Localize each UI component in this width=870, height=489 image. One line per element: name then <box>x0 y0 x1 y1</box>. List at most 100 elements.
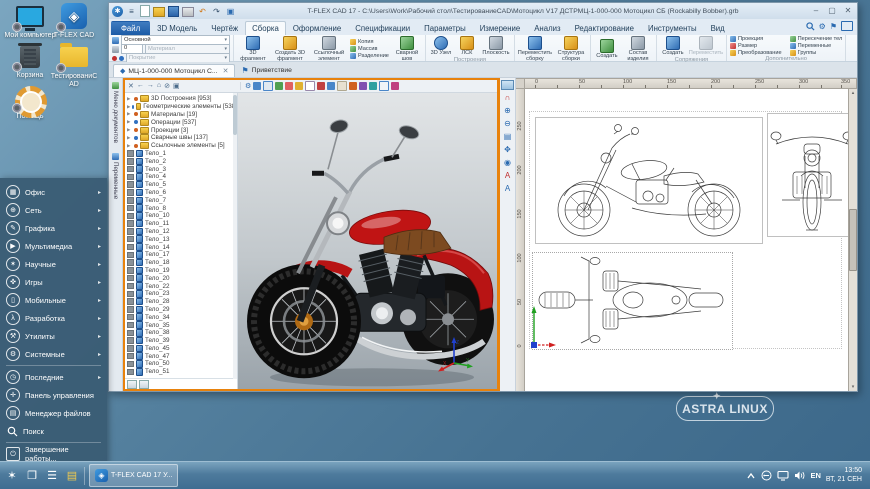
desktop-icon-help[interactable]: Помощь <box>4 86 56 121</box>
expander-icon[interactable]: ▶ <box>127 143 132 149</box>
scroll-up-icon[interactable]: ▴ <box>852 90 855 96</box>
visibility-checkbox[interactable] <box>127 291 134 298</box>
tab-parameters[interactable]: Параметры <box>417 21 473 35</box>
tree-body[interactable]: Тело_14 <box>127 243 237 251</box>
close-button[interactable]: ✕ <box>842 6 854 17</box>
tree-body[interactable]: Тело_18 <box>127 259 237 267</box>
menu-item-control-panel[interactable]: ✛Панель управления <box>0 386 107 404</box>
desktop-icon-test-folder[interactable]: ТестированиС AD <box>48 45 100 89</box>
visibility-checkbox[interactable] <box>127 361 134 368</box>
tree-folder[interactable]: ▶Проекции [3] <box>127 126 237 134</box>
text-size-down-icon[interactable]: A <box>502 184 513 194</box>
button-move-assembly[interactable]: Переместить сборку <box>518 36 552 63</box>
menu-item-search[interactable]: Поиск <box>0 422 107 440</box>
stop-icon[interactable]: ⊘ <box>164 82 170 90</box>
list-view-icon[interactable]: ▣ <box>173 82 180 90</box>
horizontal-ruler[interactable]: 0 50 100 150 200 250 300 350 <box>525 78 857 89</box>
viewport-3d[interactable]: XYZ <box>238 93 497 389</box>
button-lcs[interactable]: ЛСК <box>456 36 478 57</box>
tree-folder[interactable]: ▶Материалы [19] <box>127 111 237 119</box>
image-icon[interactable]: ▣ <box>225 6 236 17</box>
forward-icon[interactable]: → <box>147 82 154 90</box>
tree-body[interactable]: Тело_29 <box>127 306 237 314</box>
button-3d-node[interactable]: 3D Узел <box>429 36 453 57</box>
usb-device-icon[interactable] <box>761 470 772 481</box>
tree-body[interactable]: Тело_10 <box>127 212 237 220</box>
drawing-vertical-scrollbar[interactable]: ▴ ▾ <box>848 89 857 391</box>
drawing-view-top[interactable] <box>532 252 733 350</box>
minimize-button[interactable]: – <box>810 6 822 17</box>
filter-icon[interactable] <box>337 81 347 91</box>
visibility-checkbox[interactable] <box>127 189 134 196</box>
drawing-view-front[interactable] <box>767 113 848 237</box>
visibility-checkbox[interactable] <box>127 174 134 181</box>
taskbar-task-tflex[interactable]: ◈ T-FLEX CAD 17 У... <box>89 464 178 487</box>
doc-tab-welcome[interactable]: ⚑ Приветствие <box>235 64 297 77</box>
tree-body[interactable]: Тело_34 <box>127 313 237 321</box>
menu-item-multimedia[interactable]: ▶Мультимедиа▸ <box>0 237 107 255</box>
visibility-checkbox[interactable] <box>127 306 134 313</box>
tab-decoration[interactable]: Оформление <box>286 21 348 35</box>
filter-icon[interactable] <box>327 82 335 90</box>
menu-item-office[interactable]: ▦Офис▸ <box>0 183 107 201</box>
scroll-thumb[interactable] <box>849 209 857 271</box>
button-reference-element[interactable]: Ссылочный элемент <box>311 36 347 63</box>
tree-body[interactable]: Тело_28 <box>127 298 237 306</box>
visibility-checkbox[interactable] <box>127 275 134 282</box>
language-indicator[interactable]: EN <box>810 471 820 480</box>
button-weld-seam[interactable]: Сварной шов <box>392 36 422 63</box>
app-logo-icon[interactable]: ✱ <box>112 6 123 17</box>
menu-item-system[interactable]: ⚙Системные▸ <box>0 345 107 363</box>
button-copy[interactable]: Копия <box>350 39 389 45</box>
tree-body[interactable]: Тело_45 <box>127 345 237 353</box>
open-folder-icon[interactable] <box>153 7 165 17</box>
tree-body[interactable]: Тело_11 <box>127 220 237 228</box>
visibility-checkbox[interactable] <box>127 322 134 329</box>
visibility-checkbox[interactable] <box>127 337 134 344</box>
tab-tools[interactable]: Инструменты <box>641 21 704 35</box>
tree-body[interactable]: Тело_51 <box>127 368 237 376</box>
filter-icon[interactable] <box>263 81 273 91</box>
visibility-checkbox[interactable] <box>127 369 134 376</box>
tree-folder[interactable]: ▶Ссылочные элементы [5] <box>127 142 237 150</box>
pane-button[interactable] <box>139 380 149 389</box>
tree-body[interactable]: Тело_50 <box>127 360 237 368</box>
grid-icon[interactable] <box>501 80 514 90</box>
tree-body[interactable]: Тело_20 <box>127 274 237 282</box>
tree-body[interactable]: Тело_19 <box>127 267 237 275</box>
redo-icon[interactable]: ↷ <box>211 6 222 17</box>
filter-icon[interactable] <box>379 81 389 91</box>
menu-icon[interactable]: ≡ <box>126 6 137 17</box>
vertical-ruler[interactable]: 250 200 150 100 50 0 <box>516 89 525 391</box>
filter-icon[interactable] <box>359 82 367 90</box>
filter-icon[interactable] <box>369 82 377 90</box>
button-array[interactable]: Массив <box>350 46 389 52</box>
filter-icon[interactable] <box>305 81 315 91</box>
tree-body[interactable]: Тело_17 <box>127 251 237 259</box>
tray-expand-icon[interactable] <box>746 471 756 481</box>
eye-icon[interactable]: ◉ <box>502 158 513 168</box>
magnet-icon[interactable]: ∩ <box>502 93 513 103</box>
gear-icon[interactable]: ⚙ <box>819 22 826 31</box>
menu-item-file-manager[interactable]: ▤Менеджер файлов <box>0 404 107 422</box>
tab-analysis[interactable]: Анализ <box>527 21 567 35</box>
tree-body[interactable]: Тело_12 <box>127 228 237 236</box>
tree-folder[interactable]: ▶3D Построения [953] <box>127 95 237 103</box>
expander-icon[interactable]: ▶ <box>127 119 132 125</box>
show-desktop-icon[interactable]: ❐ <box>24 469 40 482</box>
button-variables[interactable]: Переменные <box>790 43 843 49</box>
filter-icon[interactable] <box>391 82 399 90</box>
button-create-mate[interactable]: Создать <box>660 36 686 57</box>
tab-editing[interactable]: Редактирование <box>568 21 641 35</box>
expander-icon[interactable]: ▶ <box>127 135 132 141</box>
home-icon[interactable]: ⌂ <box>157 82 161 90</box>
tree-scrollbar[interactable] <box>233 93 237 379</box>
visibility-checkbox[interactable] <box>127 236 134 243</box>
tab-view[interactable]: Вид <box>704 21 732 35</box>
close-tree-icon[interactable]: ✕ <box>128 82 134 90</box>
tree-body[interactable]: Тело_2 <box>127 157 237 165</box>
tree-body[interactable]: Тело_39 <box>127 337 237 345</box>
tab-specifications[interactable]: Спецификации <box>348 21 417 35</box>
tree-folder[interactable]: ▶Сварные швы [137] <box>127 134 237 142</box>
expander-icon[interactable]: ▶ <box>127 127 132 133</box>
